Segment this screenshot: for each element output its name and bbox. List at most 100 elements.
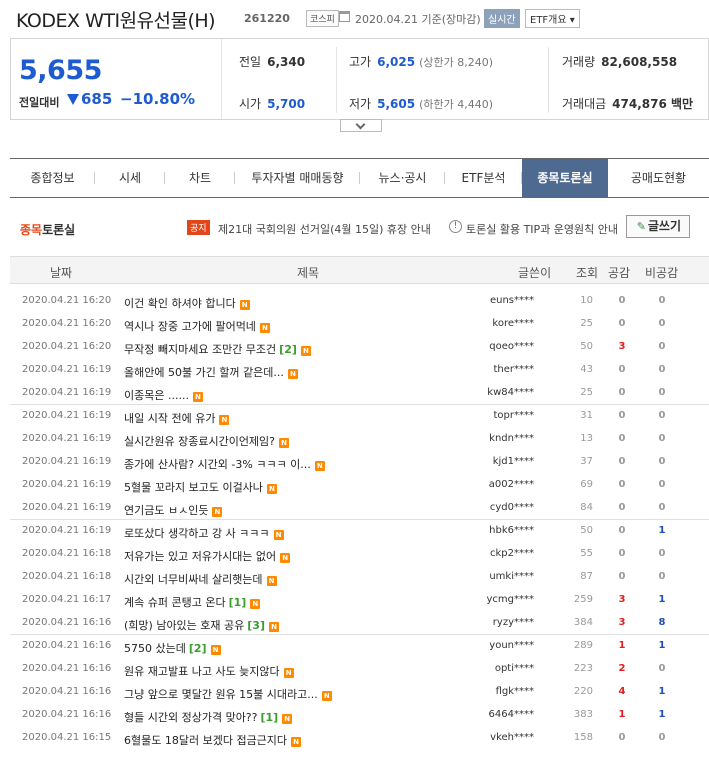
post-likes: 3 bbox=[618, 341, 626, 352]
post-title-link[interactable]: 원유 재고발표 나고 사도 늦지않다 N bbox=[124, 663, 294, 679]
post-title-link[interactable]: 시간외 너무비싸네 살리햇는데 N bbox=[124, 571, 277, 587]
table-row[interactable]: 2020.04.21 16:20 이건 확인 하셔야 합니다 Neuns**** 10… bbox=[10, 290, 709, 313]
tip-link[interactable]: 토론실 활용 TIP과 운영원칙 안내 bbox=[466, 221, 618, 237]
realtime-button[interactable]: 실시간 bbox=[484, 9, 520, 28]
post-title-link[interactable]: 5혈물 꼬라지 보고도 이걸사나 N bbox=[124, 479, 277, 495]
post-views: 223 bbox=[573, 663, 593, 674]
table-row[interactable]: 2020.04.21 16:19 올해안에 50불 가긴 할꺼 같은데... Nth… bbox=[10, 359, 709, 382]
price-summary: 5,655 전일대비 685 −10.80% 전일 6,340 고가 6,025 (상… bbox=[10, 38, 709, 120]
table-row[interactable]: 2020.04.21 16:18 저유가는 있고 저유가시대는 없어 Nckp2**… bbox=[10, 543, 709, 566]
new-icon: N bbox=[273, 530, 284, 540]
info-icon: ! bbox=[449, 220, 462, 233]
table-row[interactable]: 2020.04.21 16:16 (희망) 남아있는 호재 공유 [3] Nryzy*… bbox=[10, 612, 709, 635]
post-title: 올해안에 50불 가긴 할꺼 같은데... bbox=[124, 366, 284, 379]
etf-overview-dropdown[interactable]: ETF개요 ▾ bbox=[525, 9, 580, 28]
post-title: 6혈물도 18달러 보겠다 접금근지다 bbox=[124, 734, 288, 747]
table-row[interactable]: 2020.04.21 16:19 이종목은 ...... Nkw84**** 25 0 0 bbox=[10, 382, 709, 405]
new-icon: N bbox=[282, 714, 293, 724]
table-row[interactable]: 2020.04.21 16:19 5혈물 꼬라지 보고도 이걸사나 Na002***… bbox=[10, 474, 709, 497]
post-title-link[interactable]: 역시나 장중 고가에 팔어먹네 N bbox=[124, 318, 270, 334]
post-writer: 6464**** bbox=[488, 709, 534, 720]
post-views: 158 bbox=[573, 732, 593, 743]
post-title-link[interactable]: 형들 시간외 정상가격 맞아?? [1] N bbox=[124, 709, 293, 725]
table-row[interactable]: 2020.04.21 16:16 그냥 앞으로 몇달간 원유 15불 시대라고..… bbox=[10, 681, 709, 704]
table-row[interactable]: 2020.04.21 16:19 로또샀다 생각하고 강 사 ㅋㅋㅋ Nhbk6**… bbox=[10, 520, 709, 543]
table-row[interactable]: 2020.04.21 16:20 무작정 빼지마세요 조만간 무조건 [2] Nqoe… bbox=[10, 336, 709, 359]
post-dislikes: 0 bbox=[658, 410, 666, 421]
post-date: 2020.04.21 16:18 bbox=[22, 571, 112, 582]
post-date: 2020.04.21 16:16 bbox=[22, 617, 112, 628]
post-title-link[interactable]: 계속 슈퍼 콘탱고 온다 [1] N bbox=[124, 594, 261, 610]
post-title-link[interactable]: 그냥 앞으로 몇달간 원유 15불 시대라고... N bbox=[124, 686, 332, 702]
post-title-link[interactable]: 로또샀다 생각하고 강 사 ㅋㅋㅋ N bbox=[124, 525, 284, 541]
tab-investor-trend[interactable]: 투자자별 매매동향 bbox=[235, 159, 360, 197]
tab-short-selling[interactable]: 공매도현황 bbox=[608, 159, 709, 197]
post-title-link[interactable]: 저유가는 있고 저유가시대는 없어 N bbox=[124, 548, 291, 564]
low-cell: 저가 5,605 (하한가 4,440) bbox=[349, 97, 493, 111]
table-row[interactable]: 2020.04.21 16:20 역시나 장중 고가에 팔어먹네 Nkore****… bbox=[10, 313, 709, 336]
table-row[interactable]: 2020.04.21 16:19 내일 시작 전에 유가 Ntopr**** 31 0 0 bbox=[10, 405, 709, 428]
post-views: 10 bbox=[580, 295, 593, 306]
post-date: 2020.04.21 16:19 bbox=[22, 502, 112, 513]
post-views: 50 bbox=[580, 341, 593, 352]
table-row[interactable]: 2020.04.21 16:16 원유 재고발표 나고 사도 늦지않다 Nopti*… bbox=[10, 658, 709, 681]
post-title-link[interactable]: 이건 확인 하셔야 합니다 N bbox=[124, 295, 250, 311]
post-date: 2020.04.21 16:16 bbox=[22, 686, 112, 697]
table-row[interactable]: 2020.04.21 16:18 시간외 너무비싸네 살리햇는데 Numki****… bbox=[10, 566, 709, 589]
tab-discussion[interactable]: 종목토론실 bbox=[522, 159, 608, 197]
post-title-link[interactable]: 5750 샀는데 [2] N bbox=[124, 640, 221, 656]
post-title-link[interactable]: 실시간원유 장종료시간이언제임? N bbox=[124, 433, 290, 449]
post-title-link[interactable]: 6혈물도 18달러 보겠다 접금근지다 N bbox=[124, 732, 302, 748]
post-title: 내일 시작 전에 유가 bbox=[124, 412, 216, 425]
new-icon: N bbox=[287, 369, 298, 379]
post-date: 2020.04.21 16:19 bbox=[22, 433, 112, 444]
post-writer: kw84**** bbox=[487, 387, 534, 398]
post-dislikes: 0 bbox=[658, 479, 666, 490]
post-views: 383 bbox=[573, 709, 593, 720]
post-dislikes: 0 bbox=[658, 502, 666, 513]
post-views: 87 bbox=[580, 571, 593, 582]
table-row[interactable]: 2020.04.21 16:19 연기금도 ㅂㅅ인듯 Ncyd0**** 84 0 0 bbox=[10, 497, 709, 520]
table-row[interactable]: 2020.04.21 16:19 실시간원유 장종료시간이언제임? Nkndn***… bbox=[10, 428, 709, 451]
post-title-link[interactable]: 무작정 빼지마세요 조만간 무조건 [2] N bbox=[124, 341, 311, 357]
post-dislikes: 1 bbox=[658, 525, 666, 536]
tab-news[interactable]: 뉴스·공시 bbox=[360, 159, 445, 197]
post-title: 실시간원유 장종료시간이언제임? bbox=[124, 435, 276, 448]
tab-overview[interactable]: 종합정보 bbox=[10, 159, 95, 197]
post-title-link[interactable]: 내일 시작 전에 유가 N bbox=[124, 410, 230, 426]
post-title-link[interactable]: 종가에 산사람? 시간외 -3% ㅋㅋㅋ 이... N bbox=[124, 456, 325, 472]
tab-etf-analysis[interactable]: ETF분석 bbox=[445, 159, 522, 197]
post-writer: flgk**** bbox=[495, 686, 534, 697]
post-date: 2020.04.21 16:19 bbox=[22, 410, 112, 421]
col-likes: 공감 bbox=[608, 266, 631, 280]
tab-quotes[interactable]: 시세 bbox=[95, 159, 165, 197]
post-likes: 0 bbox=[618, 295, 626, 306]
post-title-link[interactable]: (희망) 남아있는 호재 공유 [3] N bbox=[124, 617, 279, 633]
new-icon: N bbox=[219, 415, 230, 425]
post-writer: hbk6**** bbox=[489, 525, 534, 536]
post-writer: a002**** bbox=[488, 479, 534, 490]
post-dislikes: 0 bbox=[658, 318, 666, 329]
stock-header: KODEX WTI원유선물(H) 261220 코스피 2020.04.21 기… bbox=[0, 0, 709, 36]
expand-button[interactable] bbox=[340, 119, 382, 132]
table-row[interactable]: 2020.04.21 16:17 계속 슈퍼 콘탱고 온다 [1] Nycmg****… bbox=[10, 589, 709, 612]
post-title-link[interactable]: 연기금도 ㅂㅅ인듯 N bbox=[124, 502, 223, 518]
post-views: 84 bbox=[580, 502, 593, 513]
table-row[interactable]: 2020.04.21 16:16 형들 시간외 정상가격 맞아?? [1] N 6464… bbox=[10, 704, 709, 727]
post-title-link[interactable]: 이종목은 ...... N bbox=[124, 387, 203, 403]
table-row[interactable]: 2020.04.21 16:16 5750 샀는데 [2] Nyoun**** 289 1… bbox=[10, 635, 709, 658]
post-likes: 0 bbox=[618, 525, 626, 536]
notice-link[interactable]: 제21대 국회의원 선거일(4월 15일) 휴장 안내 bbox=[218, 221, 431, 237]
price-diff: 685 bbox=[81, 90, 113, 108]
tab-chart[interactable]: 차트 bbox=[165, 159, 235, 197]
post-views: 384 bbox=[573, 617, 593, 628]
board-title: 종목토론실 bbox=[20, 223, 76, 237]
post-likes: 0 bbox=[618, 502, 626, 513]
post-writer: qoeo**** bbox=[489, 341, 534, 352]
table-row[interactable]: 2020.04.21 16:19 종가에 산사람? 시간외 -3% ㅋㅋㅋ 이..… bbox=[10, 451, 709, 474]
post-views: 259 bbox=[573, 594, 593, 605]
post-title-link[interactable]: 올해안에 50불 가긴 할꺼 같은데... N bbox=[124, 364, 298, 380]
table-row[interactable]: 2020.04.21 16:15 6혈물도 18달러 보겠다 접금근지다 Nvkeh… bbox=[10, 727, 709, 750]
write-button[interactable]: ✎ 글쓰기 bbox=[626, 215, 690, 238]
post-title: 그냥 앞으로 몇달간 원유 15불 시대라고... bbox=[124, 688, 318, 701]
